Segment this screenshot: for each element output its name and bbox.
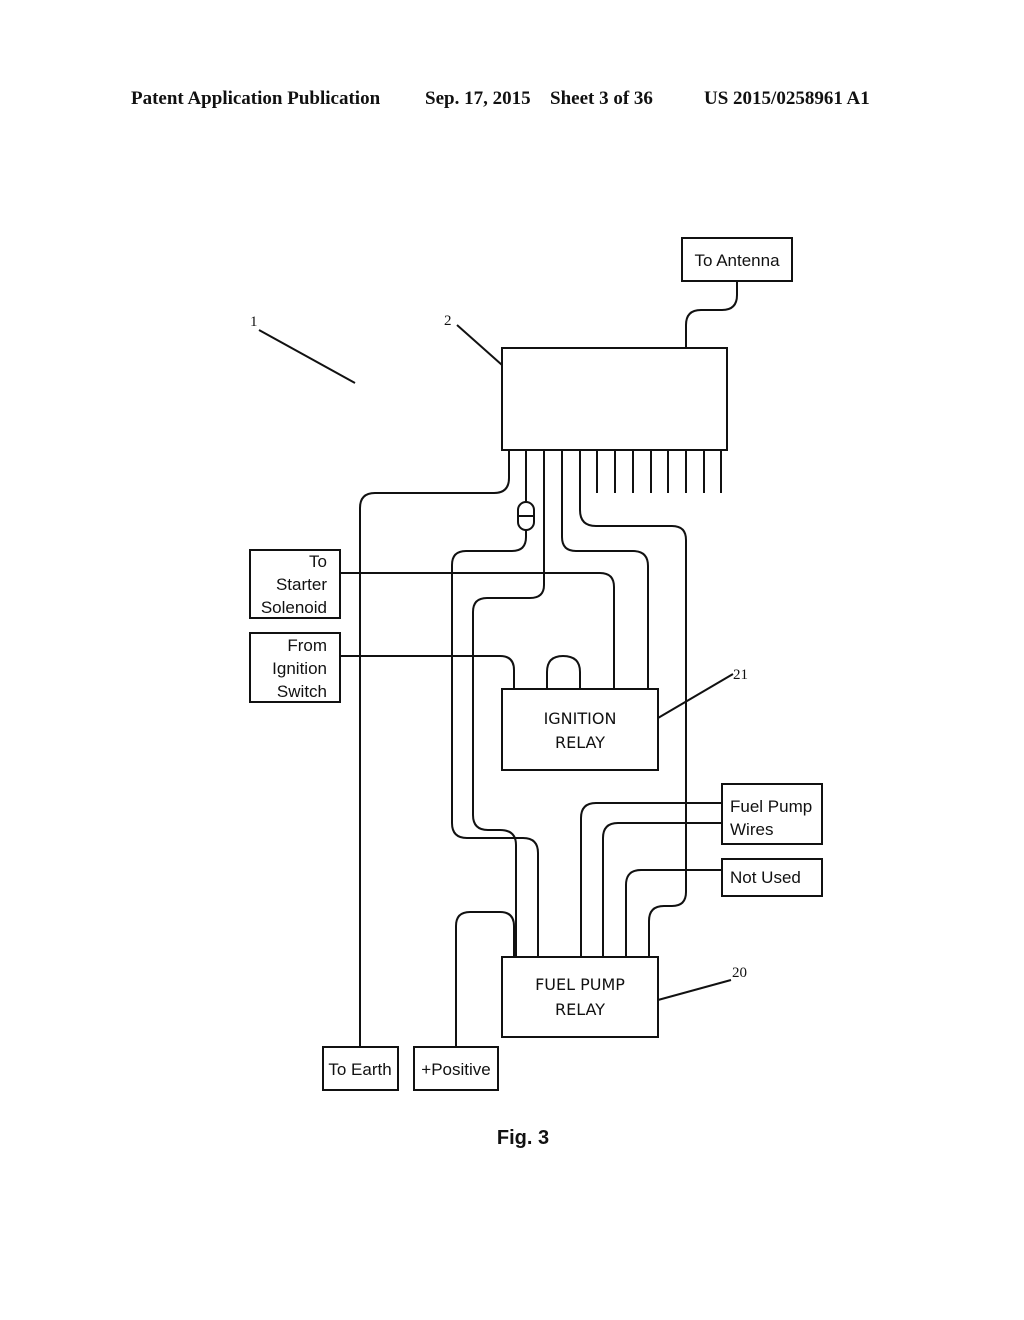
ignition-relay-box: IGNITION RELAY <box>501 688 659 771</box>
leader-line-2 <box>456 324 503 366</box>
controller-wire-4 <box>561 450 649 689</box>
svg-text:To: To <box>309 552 327 571</box>
svg-text:Ignition: Ignition <box>272 659 327 678</box>
fuel-pump-relay-box: FUEL PUMP RELAY <box>501 956 659 1038</box>
figure-caption: Fig. 3 <box>497 1127 549 1149</box>
svg-text:From: From <box>287 636 327 655</box>
ref-numeral-21: 21 <box>733 667 748 683</box>
leader-line-20 <box>657 979 732 1001</box>
controller-box <box>501 347 728 451</box>
starter-solenoid-box: To Starter Solenoid <box>249 549 341 619</box>
earth-wire <box>359 450 510 1047</box>
unused-pins <box>596 450 722 493</box>
leader-line-1 <box>258 329 356 384</box>
ignition-switch-box: From Ignition Switch <box>249 632 341 703</box>
starter-wire <box>340 572 615 689</box>
svg-text:Switch: Switch <box>277 682 327 701</box>
antenna-label: To Antenna <box>694 251 780 270</box>
ignition-switch-wire <box>340 655 515 689</box>
earth-box: To Earth <box>322 1046 399 1091</box>
antenna-box: To Antenna <box>681 237 793 282</box>
svg-text:RELAY: RELAY <box>555 1000 605 1019</box>
svg-text:+Positive: +Positive <box>421 1060 490 1079</box>
fuel-pump-wires-box: Fuel Pump Wires <box>721 783 823 845</box>
svg-text:Starter: Starter <box>276 575 327 594</box>
svg-text:Solenoid: Solenoid <box>261 598 327 617</box>
ref-numeral-1: 1 <box>250 314 258 330</box>
svg-text:IGNITION: IGNITION <box>544 709 617 728</box>
fuel-pump-wire-2 <box>602 822 722 957</box>
antenna-wire <box>685 281 738 348</box>
svg-text:RELAY: RELAY <box>555 733 605 752</box>
svg-text:FUEL PUMP: FUEL PUMP <box>535 975 625 994</box>
wiring-diagram: 1 2 21 20 To Antenna To Starter Solenoid… <box>249 237 823 1149</box>
not-used-box: Not Used <box>721 858 823 897</box>
svg-text:To Earth: To Earth <box>328 1060 391 1079</box>
relay-loop-wire <box>546 654 581 689</box>
svg-text:Fuel Pump: Fuel Pump <box>730 797 812 816</box>
svg-text:Not Used: Not Used <box>730 868 801 887</box>
svg-text:Wires: Wires <box>730 820 773 839</box>
ref-numeral-2: 2 <box>444 313 452 329</box>
ref-numeral-20: 20 <box>732 965 747 981</box>
leader-line-21 <box>657 673 734 719</box>
positive-box: +Positive <box>413 1046 499 1091</box>
not-used-wire <box>625 869 722 957</box>
